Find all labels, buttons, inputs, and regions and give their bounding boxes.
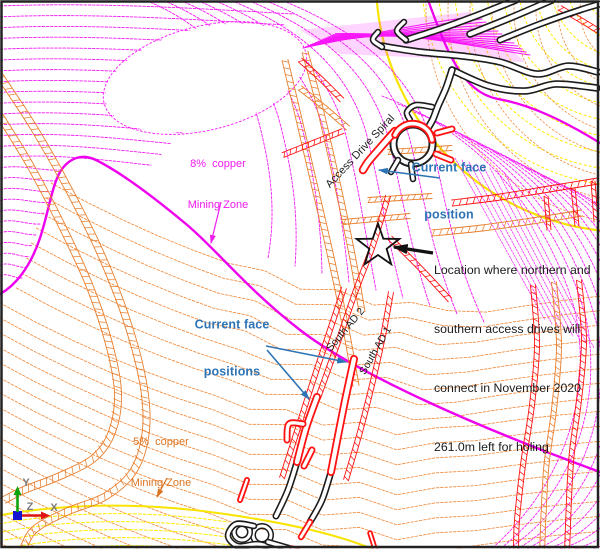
contour-plateau xyxy=(92,2,319,153)
mine-plan-canvas: 8% copper Mining Zone 5% copper Mining Z… xyxy=(0,0,600,552)
current-development xyxy=(240,124,452,552)
mining-zone-boundaries xyxy=(0,0,600,552)
mine-plan-drawing xyxy=(0,0,600,552)
